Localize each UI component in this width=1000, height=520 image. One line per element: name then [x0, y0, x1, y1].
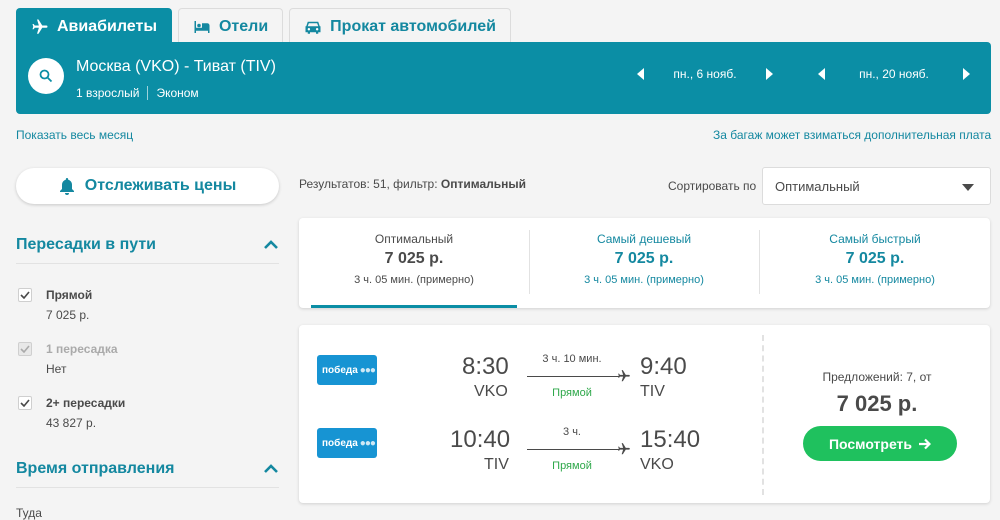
airline-name: победа: [322, 437, 358, 449]
filter-stops-title: Пересадки в пути: [16, 235, 157, 253]
arrival-airport: TIV: [640, 383, 665, 400]
return-next-icon[interactable]: [963, 68, 970, 80]
divider: [147, 86, 149, 100]
track-prices-label: Отслеживать цены: [84, 177, 237, 194]
sort-tab-title: Самый дешевый: [596, 232, 692, 246]
departure-direction-label: Туда: [16, 506, 42, 520]
view-deal-label: Посмотреть: [828, 435, 913, 452]
stop-price: 43 827 р.: [46, 416, 97, 430]
plane-icon: [32, 19, 48, 34]
results-count: Результатов: 51, фильтр:: [299, 177, 441, 191]
filter-stops-header[interactable]: Пересадки в пути: [16, 226, 279, 264]
tab-label: Отели: [218, 17, 269, 35]
plane-icon: [618, 370, 630, 382]
results-filter: Оптимальный: [440, 177, 527, 191]
stop-price: Нет: [46, 362, 67, 376]
departure-time: 10:40: [450, 426, 511, 453]
chevron-up-icon: [264, 463, 278, 473]
checkbox[interactable]: [18, 342, 32, 356]
caret-down-icon: [962, 184, 974, 191]
sort-tabs: Оптимальный 7 025 р. 3 ч. 05 мин. (приме…: [299, 218, 990, 308]
sort-tab-price: 7 025 р.: [845, 250, 905, 267]
sort-tab-duration: 3 ч. 05 мин. (примерно): [354, 274, 474, 286]
departure-airport: TIV: [484, 456, 509, 473]
check-icon: [20, 291, 30, 299]
stop-label: 2+ пересадки: [46, 396, 126, 410]
flight-duration: 3 ч.: [563, 426, 581, 438]
airline-name: победа: [322, 364, 358, 376]
stops-label: Прямой: [552, 387, 592, 399]
flight-path-line: [527, 449, 619, 450]
sort-tab-title: Оптимальный: [374, 232, 454, 246]
sort-tab-price: 7 025 р.: [384, 250, 444, 267]
plane-icon: [618, 443, 630, 455]
depart-date[interactable]: пн., 6 нояб.: [644, 67, 766, 81]
checkbox[interactable]: [18, 288, 32, 302]
sort-label: Сортировать по: [668, 179, 757, 193]
tab-hotels[interactable]: Отели: [177, 8, 284, 44]
search-summary-bar: Москва (VKO) - Тиват (TIV) 1 взрослый Эк…: [16, 42, 991, 114]
show-month-link[interactable]: Показать весь месяц: [16, 128, 133, 142]
passenger-cabin-summary[interactable]: 1 взрослый Эконом: [76, 86, 199, 100]
results-summary: Результатов: 51, фильтр: Оптимальный: [299, 177, 526, 191]
stop-label: Прямой: [46, 288, 93, 302]
airline-logo: победа ●●●: [317, 355, 377, 385]
route-text[interactable]: Москва (VKO) - Тиват (TIV): [76, 58, 276, 76]
view-deal-button[interactable]: Посмотреть: [803, 426, 957, 461]
cabin-text: Эконом: [156, 86, 199, 100]
return-date-picker: пн., 20 нояб.: [818, 64, 970, 84]
sort-select[interactable]: Оптимальный: [762, 167, 991, 205]
flight-result-card[interactable]: победа ●●● 8:30 VKO 3 ч. 10 мин. Прямой 9…: [299, 325, 990, 503]
sort-tab-cheapest[interactable]: Самый дешевый 7 025 р. 3 ч. 05 мин. (при…: [529, 218, 759, 308]
sort-tab-title: Самый быстрый: [829, 232, 921, 246]
logo-dots: ●●●: [359, 437, 376, 449]
arrival-airport: VKO: [640, 456, 674, 473]
flight-price: 7 025 р.: [836, 391, 918, 416]
stops-label: Прямой: [552, 460, 592, 472]
track-prices-button[interactable]: Отслеживать цены: [16, 168, 279, 204]
baggage-note-link[interactable]: За багаж может взиматься дополнительная …: [713, 128, 991, 142]
sort-tab-duration: 3 ч. 05 мин. (примерно): [584, 274, 704, 286]
depart-date-picker: пн., 6 нояб.: [637, 64, 773, 84]
sort-selected: Оптимальный: [775, 178, 860, 194]
sort-tab-duration: 3 ч. 05 мин. (примерно): [815, 274, 935, 286]
arrow-right-icon: [919, 438, 932, 449]
stop-label: 1 пересадка: [46, 342, 118, 356]
tab-label: Прокат автомобилей: [330, 17, 496, 35]
active-tab-underline: [311, 305, 517, 308]
departure-time: 8:30: [462, 353, 509, 380]
flight-path-line: [527, 376, 619, 377]
checkbox[interactable]: [18, 396, 32, 410]
airline-logo: победа ●●●: [317, 428, 377, 458]
search-button[interactable]: [28, 58, 64, 94]
check-icon: [20, 345, 30, 353]
tab-label: Авиабилеты: [57, 17, 157, 35]
chevron-up-icon: [264, 239, 278, 249]
depart-next-icon[interactable]: [766, 68, 773, 80]
arrival-time: 9:40: [640, 353, 687, 380]
logo-dots: ●●●: [359, 364, 376, 376]
search-icon: [39, 69, 53, 83]
filter-departure-header[interactable]: Время отправления: [16, 450, 279, 488]
tab-cars[interactable]: Прокат автомобилей: [289, 8, 511, 44]
sort-tab-price: 7 025 р.: [614, 250, 674, 267]
return-prev-icon[interactable]: [818, 68, 825, 80]
sort-tab-fastest[interactable]: Самый быстрый 7 025 р. 3 ч. 05 мин. (при…: [760, 218, 990, 308]
passengers-text: 1 взрослый: [76, 86, 140, 100]
offers-count: Предложений: 7, от: [822, 370, 932, 384]
check-icon: [20, 399, 30, 407]
departure-airport: VKO: [474, 383, 508, 400]
stop-price: 7 025 р.: [46, 308, 90, 322]
arrival-time: 15:40: [640, 426, 701, 453]
flight-duration: 3 ч. 10 мин.: [542, 353, 602, 365]
product-tabs: Авиабилеты Отели Прокат автомобилей: [16, 8, 517, 44]
return-date[interactable]: пн., 20 нояб.: [825, 67, 963, 81]
bed-icon: [194, 20, 210, 33]
filter-departure-title: Время отправления: [16, 459, 175, 477]
depart-prev-icon[interactable]: [637, 68, 644, 80]
car-icon: [305, 21, 321, 34]
sort-tab-optimal[interactable]: Оптимальный 7 025 р. 3 ч. 05 мин. (приме…: [299, 218, 529, 308]
tab-flights[interactable]: Авиабилеты: [16, 8, 172, 44]
bell-icon: [59, 178, 74, 195]
